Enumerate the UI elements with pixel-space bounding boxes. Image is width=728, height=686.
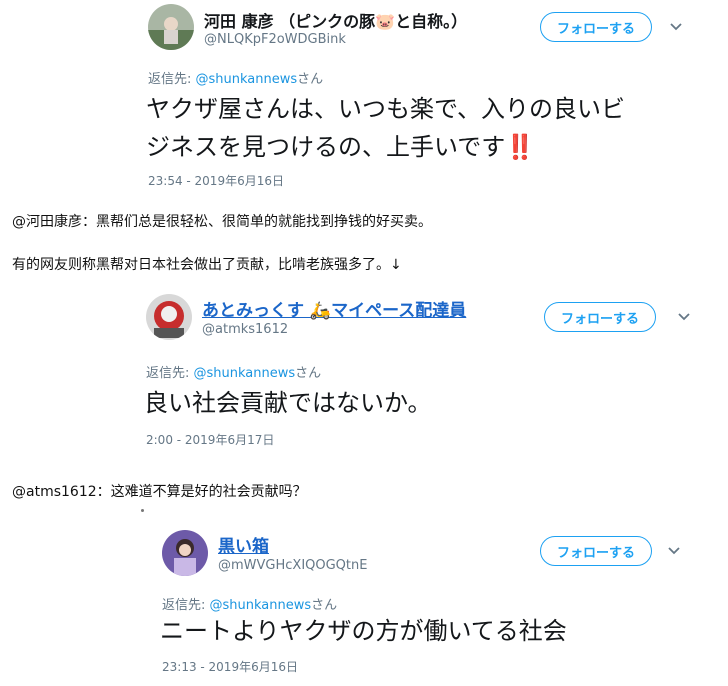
timestamp[interactable]: 23:13 - 2019年6月16日 xyxy=(162,658,298,675)
caption-1: @河田康彦：黑帮们总是很轻松、很简单的就能找到挣钱的好买卖。 xyxy=(12,214,432,230)
timestamp[interactable]: 2:00 - 2019年6月17日 xyxy=(146,431,274,448)
reply-prefix: 返信先: xyxy=(146,366,194,381)
divider-dot xyxy=(141,509,144,512)
avatar[interactable] xyxy=(146,294,192,340)
tweet-text: ヤクザ屋さんは、いつも楽で、入りの良いビ ジネスを見つけるの、上手いです‼️ xyxy=(146,90,625,166)
tweet-text-line: ジネスを見つけるの、上手いです‼️ xyxy=(146,133,536,161)
tweet-text-line: ニートよりヤクザの方が働いてる社会 xyxy=(160,617,567,645)
handle[interactable]: @mWVGHcXIQOGQtnE xyxy=(218,558,367,573)
reply-mention-link[interactable]: @shunkannews xyxy=(210,598,312,613)
display-name[interactable]: 黒い箱 xyxy=(218,532,269,557)
reply-prefix: 返信先: xyxy=(148,72,196,87)
caption-2: 有的网友则称黑帮对日本社会做出了贡献，比啃老族强多了。↓ xyxy=(12,257,402,273)
follow-button[interactable]: フォローする xyxy=(540,536,652,566)
chevron-down-icon[interactable] xyxy=(677,310,691,324)
reply-prefix: 返信先: xyxy=(162,598,210,613)
follow-button[interactable]: フォローする xyxy=(544,302,656,332)
tweet-2: あとみっくす 🛵マイペース配達員 @atmks1612 フォローする 返信先: … xyxy=(0,284,728,454)
tweet-1: 河田 康彦 （ピンクの豚🐷と自称。） @NLQKpF2oWDGBink フォロー… xyxy=(0,0,728,200)
handle[interactable]: @NLQKpF2oWDGBink xyxy=(204,32,346,47)
timestamp[interactable]: 23:54 - 2019年6月16日 xyxy=(148,172,284,189)
reply-context: 返信先: @shunkannewsさん xyxy=(146,362,321,381)
tweet-text-line: ヤクザ屋さんは、いつも楽で、入りの良いビ xyxy=(146,95,626,123)
reply-context: 返信先: @shunkannewsさん xyxy=(148,68,323,87)
reply-suffix: さん xyxy=(297,72,324,87)
tweet-text: ニートよりヤクザの方が働いてる社会 xyxy=(160,612,567,650)
tweet-text: 良い社会貢献ではないか。 xyxy=(144,384,432,422)
reply-mention-link[interactable]: @shunkannews xyxy=(194,366,296,381)
reply-suffix: さん xyxy=(295,366,322,381)
display-name[interactable]: あとみっくす 🛵マイペース配達員 xyxy=(202,296,466,321)
chevron-down-icon[interactable] xyxy=(667,544,681,558)
caption-3: @atms1612：这难道不算是好的社会贡献吗？ xyxy=(12,484,307,500)
reply-mention-link[interactable]: @shunkannews xyxy=(196,72,298,87)
follow-button[interactable]: フォローする xyxy=(540,12,652,42)
handle[interactable]: @atmks1612 xyxy=(202,322,288,337)
reply-suffix: さん xyxy=(311,598,338,613)
avatar[interactable] xyxy=(162,530,208,576)
tweet-text-line: 良い社会貢献ではないか。 xyxy=(144,389,432,417)
display-name[interactable]: 河田 康彦 （ピンクの豚🐷と自称。） xyxy=(204,8,467,32)
reply-context: 返信先: @shunkannewsさん xyxy=(162,594,337,613)
tweet-3: 黒い箱 @mWVGHcXIQOGQtnE フォローする 返信先: @shunka… xyxy=(0,520,728,686)
chevron-down-icon[interactable] xyxy=(669,20,683,34)
avatar[interactable] xyxy=(148,4,194,50)
